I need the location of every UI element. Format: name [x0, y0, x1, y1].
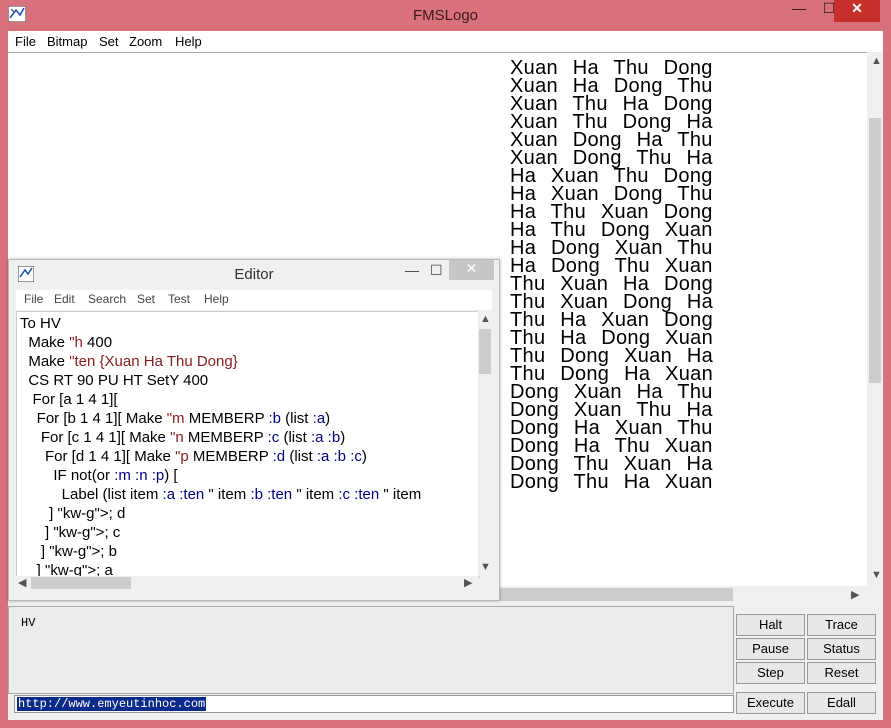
reset-button[interactable]: Reset [807, 662, 876, 684]
canvas-horizontal-thumb[interactable] [498, 588, 733, 601]
halt-button[interactable]: Halt [736, 614, 805, 636]
editor-horizontal-thumb[interactable] [31, 577, 131, 589]
canvas-label-line: Dong Thu Ha Xuan [510, 471, 713, 493]
editor-vertical-scrollbar[interactable]: ▲ ▼ [478, 311, 492, 576]
editor-menu-set[interactable]: Set [137, 292, 155, 306]
minimize-icon[interactable]: — [788, 0, 810, 22]
editor-menu-help[interactable]: Help [204, 292, 229, 306]
editor-scroll-up-icon[interactable]: ▲ [480, 313, 491, 325]
editor-code-text[interactable]: To HV Make "h 400 Make "ten {Xuan Ha Thu… [17, 312, 479, 577]
scroll-right-icon[interactable]: ▶ [851, 588, 859, 601]
edall-button[interactable]: Edall [807, 692, 876, 714]
editor-menu-search[interactable]: Search [88, 292, 126, 306]
editor-menubar: File Edit Search Set Test Help [16, 290, 492, 310]
history-text: HV [21, 616, 36, 630]
command-input-text[interactable]: http://www.emyeutinhoc.com [17, 697, 207, 711]
commander-history[interactable]: HV [8, 606, 734, 694]
command-input[interactable]: http://www.emyeutinhoc.com [14, 695, 734, 713]
window-title: FMSLogo [412, 7, 479, 24]
canvas-vertical-thumb[interactable] [869, 118, 881, 383]
close-icon[interactable]: ✕ [834, 0, 880, 22]
fmslogo-window: FMSLogo — ☐ ✕ File Bitmap Set Zoom Help … [0, 0, 891, 728]
editor-vertical-thumb[interactable] [479, 329, 491, 374]
editor-maximize-icon[interactable]: ☐ [430, 262, 443, 279]
editor-title-bar: Editor — ☐ ✕ [9, 260, 499, 288]
menu-bitmap[interactable]: Bitmap [47, 34, 87, 49]
editor-minimize-icon[interactable]: — [405, 262, 419, 278]
pause-button[interactable]: Pause [736, 638, 805, 660]
scroll-up-icon[interactable]: ▲ [871, 55, 882, 67]
main-menubar: File Bitmap Set Zoom Help [8, 31, 883, 52]
editor-window: Editor — ☐ ✕ File Edit Search Set Test H… [8, 259, 500, 601]
execute-button[interactable]: Execute [736, 692, 805, 714]
scroll-down-icon[interactable]: ▼ [871, 569, 882, 581]
menu-set[interactable]: Set [99, 34, 119, 49]
menu-help[interactable]: Help [175, 34, 202, 49]
step-button[interactable]: Step [736, 662, 805, 684]
editor-menu-file[interactable]: File [24, 292, 43, 306]
editor-close-icon[interactable]: ✕ [449, 260, 494, 280]
editor-scroll-right-icon[interactable]: ▶ [464, 576, 472, 589]
editor-title: Editor [234, 266, 274, 283]
editor-scroll-left-icon[interactable]: ◀ [18, 576, 26, 589]
status-button[interactable]: Status [807, 638, 876, 660]
editor-scroll-down-icon[interactable]: ▼ [480, 561, 491, 573]
menu-file[interactable]: File [15, 34, 36, 49]
title-bar: FMSLogo — ☐ ✕ [0, 0, 891, 31]
editor-code-area[interactable]: To HV Make "h 400 Make "ten {Xuan Ha Thu… [16, 311, 480, 578]
editor-horizontal-scrollbar[interactable]: ◀ ▶ [16, 576, 478, 590]
editor-menu-edit[interactable]: Edit [54, 292, 75, 306]
menu-zoom[interactable]: Zoom [129, 34, 162, 49]
canvas-vertical-scrollbar[interactable]: ▲ ▼ [867, 52, 883, 586]
trace-button[interactable]: Trace [807, 614, 876, 636]
canvas-label-list: Xuan Ha Thu Dong Xuan Ha Dong Thu Xuan Thu… [510, 58, 713, 493]
editor-menu-test[interactable]: Test [168, 292, 190, 306]
